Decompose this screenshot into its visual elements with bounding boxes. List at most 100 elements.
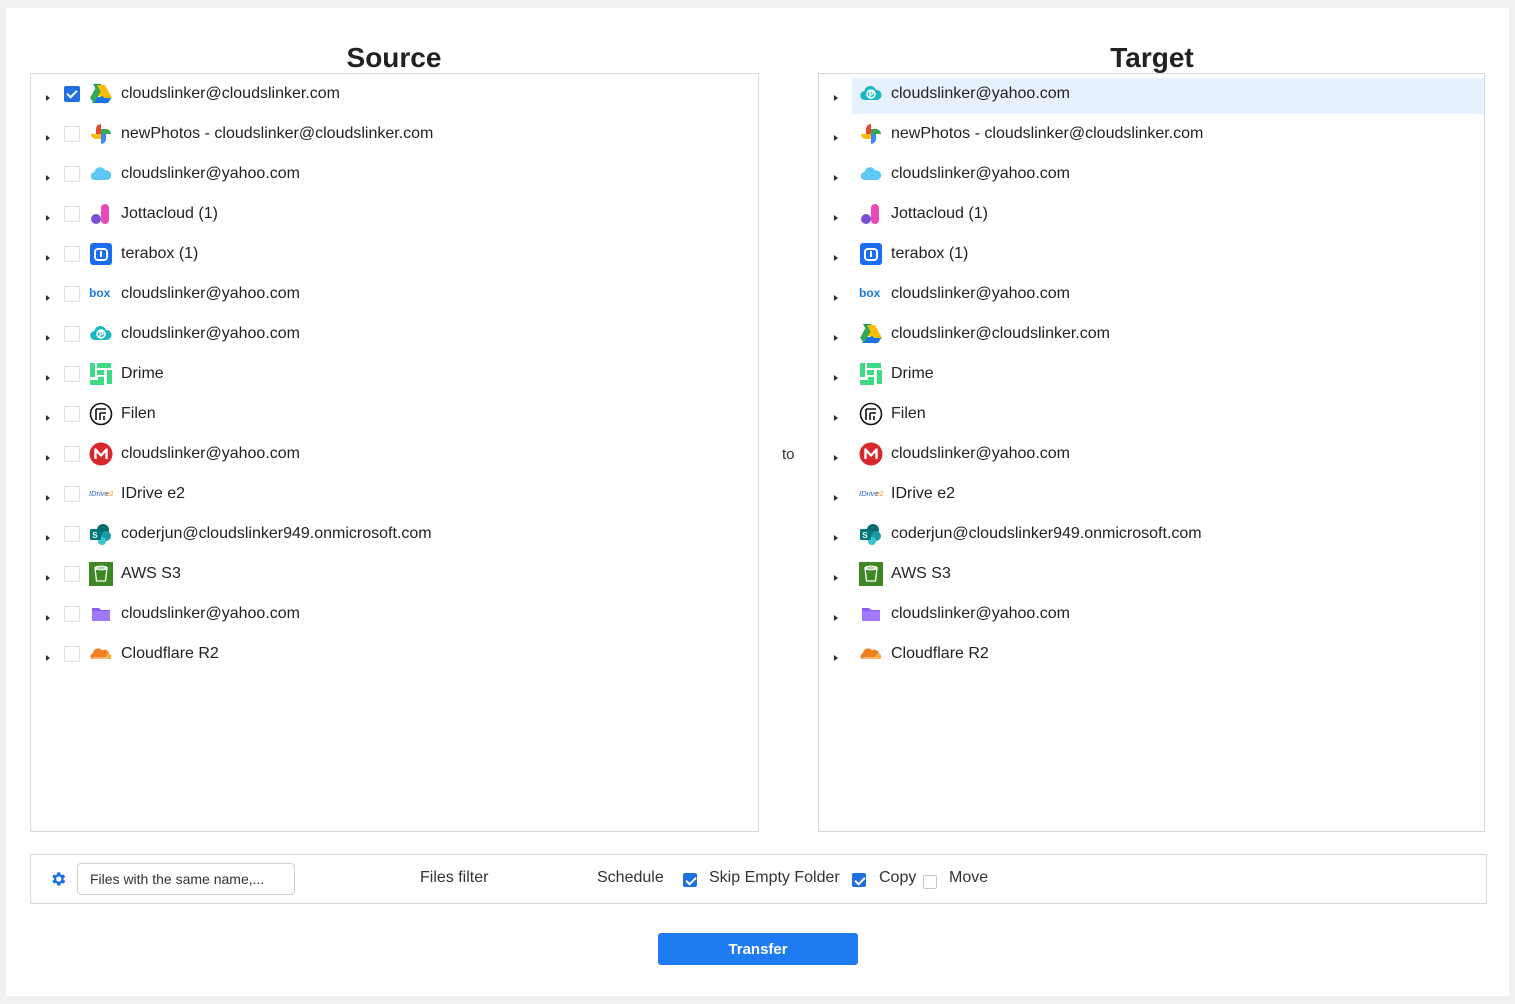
source-tree-item[interactable]: box cloudslinker@yahoo.com [31, 276, 758, 312]
source-item-checkbox[interactable] [64, 646, 80, 662]
aws-s3-icon [859, 562, 883, 586]
skip-empty-folder-label[interactable]: Skip Empty Folder [709, 869, 840, 887]
skip-empty-folder-checkbox[interactable] [683, 873, 697, 887]
source-item-checkbox[interactable] [64, 526, 80, 542]
target-tree-item[interactable]: AWS S3 [819, 556, 1484, 592]
source-item-checkbox[interactable] [64, 126, 80, 142]
source-item-checkbox[interactable] [64, 606, 80, 622]
expand-caret-icon[interactable] [46, 255, 50, 261]
box-icon: box [859, 282, 883, 306]
source-item-checkbox[interactable] [64, 206, 80, 222]
aws-s3-icon [89, 562, 113, 586]
target-tree-item[interactable]: IDrivee2 IDrive e2 [819, 476, 1484, 512]
expand-caret-icon[interactable] [46, 535, 50, 541]
source-item-checkbox[interactable] [64, 566, 80, 582]
source-tree-item[interactable]: Cloudflare R2 [31, 636, 758, 672]
expand-caret-icon[interactable] [834, 135, 838, 141]
files-filter-link[interactable]: Files filter [420, 869, 488, 887]
move-label[interactable]: Move [949, 869, 988, 887]
sharepoint-icon: S [859, 522, 883, 546]
expand-caret-icon[interactable] [46, 415, 50, 421]
source-tree-item[interactable]: Scoderjun@cloudslinker949.onmicrosoft.co… [31, 516, 758, 552]
target-tree-item[interactable]: newPhotos - cloudslinker@cloudslinker.co… [819, 116, 1484, 152]
target-tree-item[interactable]: Drime [819, 356, 1484, 392]
expand-caret-icon[interactable] [46, 495, 50, 501]
expand-caret-icon[interactable] [46, 295, 50, 301]
expand-caret-icon[interactable] [834, 615, 838, 621]
expand-caret-icon[interactable] [46, 215, 50, 221]
source-item-label: cloudslinker@cloudslinker.com [121, 85, 340, 102]
target-tree-item[interactable]: cloudslinker@yahoo.com [819, 596, 1484, 632]
expand-caret-icon[interactable] [834, 455, 838, 461]
transfer-button[interactable]: Transfer [658, 933, 858, 965]
expand-caret-icon[interactable] [46, 655, 50, 661]
expand-caret-icon[interactable] [834, 415, 838, 421]
source-item-label: AWS S3 [121, 565, 181, 582]
target-tree-item[interactable]: Scoderjun@cloudslinker949.onmicrosoft.co… [819, 516, 1484, 552]
copy-checkbox[interactable] [852, 873, 866, 887]
source-item-label: cloudslinker@yahoo.com [121, 285, 300, 302]
schedule-link[interactable]: Schedule [597, 869, 664, 887]
source-item-checkbox[interactable] [64, 406, 80, 422]
source-item-label: coderjun@cloudslinker949.onmicrosoft.com [121, 525, 432, 542]
target-tree-item[interactable]: cloudslinker@yahoo.com [819, 436, 1484, 472]
source-item-checkbox[interactable] [64, 286, 80, 302]
expand-caret-icon[interactable] [834, 535, 838, 541]
source-item-checkbox[interactable] [64, 446, 80, 462]
source-item-checkbox[interactable] [64, 246, 80, 262]
expand-caret-icon[interactable] [46, 375, 50, 381]
source-tree-item[interactable]: Jottacloud (1) [31, 196, 758, 232]
expand-caret-icon[interactable] [46, 335, 50, 341]
expand-caret-icon[interactable] [46, 615, 50, 621]
source-tree-item[interactable]: cloudslinker@cloudslinker.com [31, 76, 758, 112]
target-tree-panel: cloudslinker@yahoo.com newPhotos - clouds… [818, 73, 1485, 832]
target-tree-item[interactable]: cloudslinker@yahoo.com [819, 76, 1484, 112]
target-tree-item[interactable]: cloudslinker@cloudslinker.com [819, 316, 1484, 352]
expand-caret-icon[interactable] [834, 495, 838, 501]
expand-caret-icon[interactable] [834, 575, 838, 581]
expand-caret-icon[interactable] [834, 375, 838, 381]
source-tree-item[interactable]: AWS S3 [31, 556, 758, 592]
source-tree-item[interactable]: cloudslinker@yahoo.com [31, 596, 758, 632]
expand-caret-icon[interactable] [834, 95, 838, 101]
source-item-checkbox[interactable] [64, 486, 80, 502]
target-tree-item[interactable]: Jottacloud (1) [819, 196, 1484, 232]
copy-label[interactable]: Copy [879, 869, 916, 887]
source-tree-item[interactable]: cloudslinker@yahoo.com [31, 156, 758, 192]
target-tree-item[interactable]: terabox (1) [819, 236, 1484, 272]
jottacloud-icon [859, 202, 883, 226]
expand-caret-icon[interactable] [46, 455, 50, 461]
target-tree-item[interactable]: cloudslinker@yahoo.com [819, 156, 1484, 192]
gear-icon[interactable] [49, 870, 67, 888]
target-tree-item[interactable]: box cloudslinker@yahoo.com [819, 276, 1484, 312]
move-checkbox[interactable] [923, 875, 937, 889]
expand-caret-icon[interactable] [46, 95, 50, 101]
source-tree-item[interactable]: terabox (1) [31, 236, 758, 272]
source-tree-item[interactable]: Filen [31, 396, 758, 432]
same-name-conflict-select[interactable]: Files with the same name,... [77, 863, 295, 895]
expand-caret-icon[interactable] [46, 135, 50, 141]
source-tree-item[interactable]: cloudslinker@yahoo.com [31, 316, 758, 352]
expand-caret-icon[interactable] [834, 175, 838, 181]
expand-caret-icon[interactable] [834, 215, 838, 221]
expand-caret-icon[interactable] [834, 255, 838, 261]
expand-caret-icon[interactable] [834, 335, 838, 341]
source-item-label: cloudslinker@yahoo.com [121, 325, 300, 342]
source-tree-item[interactable]: IDrivee2 IDrive e2 [31, 476, 758, 512]
expand-caret-icon[interactable] [834, 295, 838, 301]
source-item-checkbox[interactable] [64, 326, 80, 342]
target-tree-item[interactable]: Cloudflare R2 [819, 636, 1484, 672]
source-tree-item[interactable]: Drime [31, 356, 758, 392]
expand-caret-icon[interactable] [46, 175, 50, 181]
source-item-checkbox[interactable] [64, 366, 80, 382]
expand-caret-icon[interactable] [834, 655, 838, 661]
icloud-icon [859, 162, 883, 186]
source-tree-item[interactable]: cloudslinker@yahoo.com [31, 436, 758, 472]
source-tree-item[interactable]: newPhotos - cloudslinker@cloudslinker.co… [31, 116, 758, 152]
expand-caret-icon[interactable] [46, 575, 50, 581]
source-item-checkbox[interactable] [64, 166, 80, 182]
idrive-icon: IDrivee2 [89, 482, 114, 506]
drime-icon [859, 362, 883, 386]
target-tree-item[interactable]: Filen [819, 396, 1484, 432]
source-item-checkbox[interactable] [64, 86, 80, 102]
